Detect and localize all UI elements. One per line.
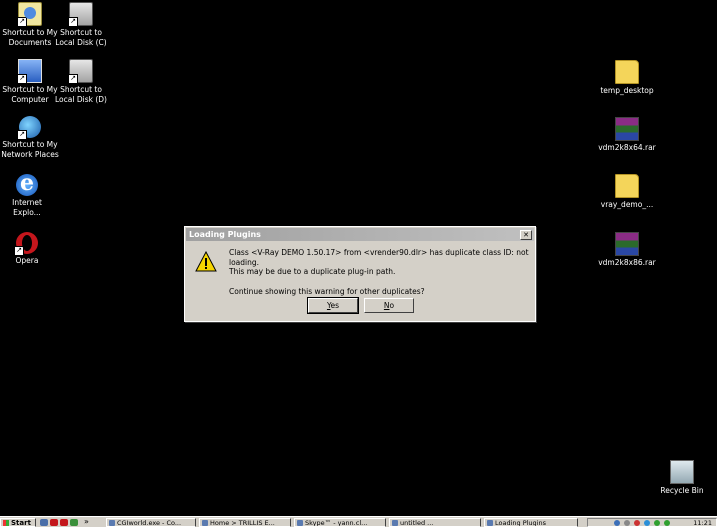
desktop-icon-local-disk-c[interactable]: ↗ Shortcut to Local Disk (C) [51,2,111,47]
desktop-icon-label: Shortcut to Local Disk (C) [55,28,107,47]
desktop-icon-vdm2k8x86[interactable]: vdm2k8x86.rar [597,232,657,268]
dialog-titlebar[interactable]: Loading Plugins ✕ [186,228,534,241]
quicklaunch-desktop-icon[interactable] [40,519,48,526]
close-icon: ✕ [523,231,529,239]
desktop-icon-label: Shortcut to Local Disk (D) [55,85,107,104]
desktop-icon-label: vray_demo_... [600,200,654,209]
message-line-1: Class <V-Ray DEMO 1.50.17> from <vrender… [229,248,529,267]
network-places-icon: ↗ [17,116,41,140]
dialog-title: Loading Plugins [189,230,261,239]
folder-icon [615,60,639,84]
hard-disk-icon: ↗ [68,2,93,27]
tray-antivirus-icon[interactable] [634,520,640,526]
my-documents-icon: ↗ [17,2,42,27]
folder-icon [615,174,639,198]
quicklaunch-opera-icon[interactable] [50,519,58,526]
shortcut-arrow-icon: ↗ [17,130,27,140]
tray-volume-icon[interactable] [624,520,630,526]
desktop-icon-label: temp_desktop [600,86,654,95]
dialog-message: Class <V-Ray DEMO 1.50.17> from <vrender… [229,248,529,296]
shortcut-arrow-icon: ↗ [68,17,78,27]
loading-plugins-dialog: Loading Plugins ✕ Class <V-Ray DEMO 1.50… [184,226,536,322]
desktop-icon-network-places[interactable]: ↗ Shortcut to My Network Places [0,116,60,159]
desktop-icon-label: Recycle Bin [660,486,704,495]
recycle-bin-icon [670,460,694,484]
desktop-icon-vray-demo[interactable]: vray_demo_... [597,174,657,210]
desktop-icon-label: vdm2k8x64.rar [598,143,656,152]
desktop-icon-label: Shortcut to My Network Places [1,140,59,159]
taskbar: Start » CGIworld.exe - Co... Home > TRIL… [0,516,717,527]
desktop-icon-temp-desktop[interactable]: temp_desktop [597,60,657,96]
quicklaunch-browser-icon[interactable] [70,519,78,526]
my-computer-icon: ↗ [17,59,42,84]
tray-app-icon[interactable] [654,520,660,526]
message-line-2: This may be due to a duplicate plug-in p… [229,267,396,276]
tray-skype-icon[interactable] [644,520,650,526]
desktop-icon-label: vdm2k8x86.rar [598,258,656,267]
hard-disk-icon: ↗ [68,59,93,84]
desktop-icon-recycle-bin[interactable]: Recycle Bin [652,460,712,496]
yes-button[interactable]: Yes [307,297,359,314]
tray-network-icon[interactable] [614,520,620,526]
no-button[interactable]: No [364,298,414,313]
message-question: Continue showing this warning for other … [229,286,425,296]
opera-icon: ↗ [14,232,38,256]
no-label: o [389,301,395,310]
internet-explorer-icon [16,170,38,196]
shortcut-arrow-icon: ↗ [14,246,24,256]
shortcut-arrow-icon: ↗ [68,74,78,84]
yes-label: es [330,301,340,310]
shortcut-arrow-icon: ↗ [17,17,27,27]
desktop-icon-label: Opera [15,256,39,265]
rar-archive-icon [615,232,639,256]
shortcut-arrow-icon: ↗ [17,74,27,84]
warning-icon [195,251,217,272]
desktop-icon-internet-explorer[interactable]: Internet Explo... [0,170,57,217]
close-button[interactable]: ✕ [520,230,532,240]
rar-archive-icon [615,117,639,141]
desktop-icon-local-disk-d[interactable]: ↗ Shortcut to Local Disk (D) [51,59,111,104]
quicklaunch-app-icon[interactable] [60,519,68,526]
tray-app2-icon[interactable] [664,520,670,526]
desktop-icon-opera[interactable]: ↗ Opera [0,232,57,266]
desktop-icon-vdm2k8x64[interactable]: vdm2k8x64.rar [597,117,657,153]
desktop-icon-label: Internet Explo... [12,198,42,217]
